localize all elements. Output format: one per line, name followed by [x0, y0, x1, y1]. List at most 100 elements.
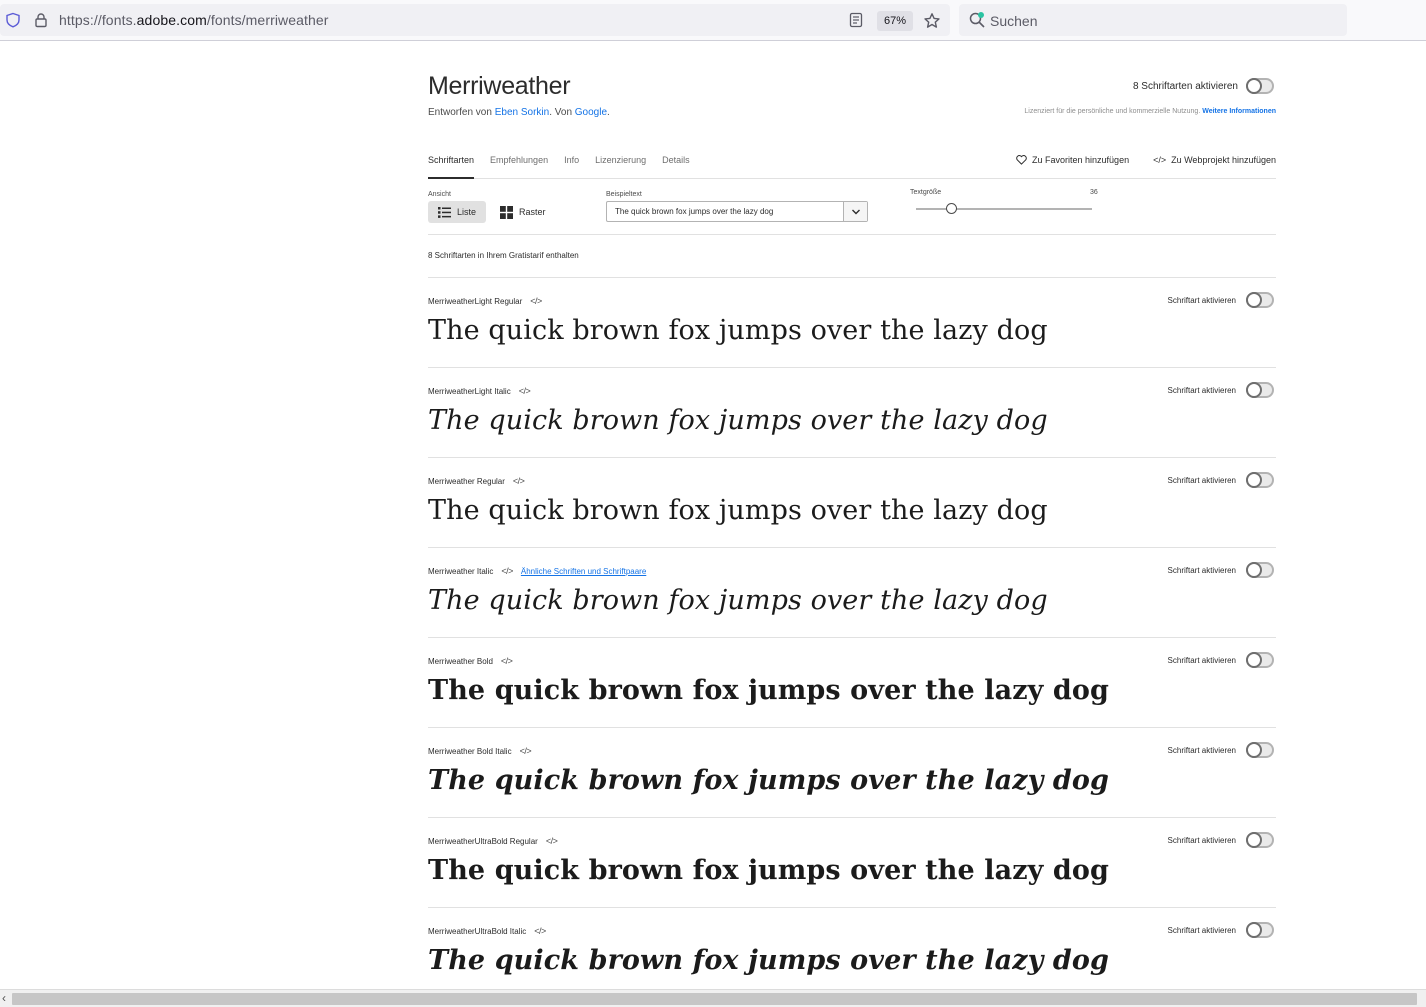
font-sample-text: The quick brown fox jumps over the lazy … [428, 945, 1109, 976]
font-style-header: MerriweatherLight Italic </> [428, 386, 531, 396]
activate-font-toggle[interactable] [1246, 742, 1274, 758]
browser-search-box[interactable]: Suchen [959, 4, 1347, 36]
grid-view-icon [500, 205, 513, 219]
tab-actions: Zu Favoriten hinzufügen </> Zu Webprojek… [1016, 155, 1276, 165]
font-sample-text: The quick brown fox jumps over the lazy … [428, 315, 1048, 346]
activate-font-toggle[interactable] [1246, 562, 1274, 578]
code-icon[interactable]: </> [546, 836, 558, 846]
scrollbar-thumb[interactable] [12, 993, 1417, 1005]
font-style-header: Merriweather Bold </> [428, 656, 513, 666]
code-icon: </> [1153, 155, 1167, 165]
activate-font-label: Schriftart aktivieren [1167, 925, 1236, 935]
zoom-level-badge[interactable]: 67% [877, 11, 913, 31]
font-style-name: MerriweatherUltraBold Regular [428, 836, 538, 846]
shield-icon[interactable] [5, 12, 21, 28]
activate-font-control[interactable]: Schriftart aktivieren [1168, 922, 1274, 938]
chevron-down-icon[interactable] [843, 202, 867, 221]
sample-text-dropdown[interactable]: The quick brown fox jumps over the lazy … [606, 201, 868, 222]
font-style-row: Merriweather Bold </> Schriftart aktiviere… [428, 638, 1276, 728]
activate-font-control[interactable]: Schriftart aktivieren [1168, 652, 1274, 668]
designer-line: Entworfen von Eben Sorkin. Von Google. [428, 107, 610, 118]
activate-font-toggle[interactable] [1246, 922, 1274, 938]
font-sample-text: The quick brown fox jumps over the lazy … [428, 855, 1109, 886]
code-icon[interactable]: </> [519, 386, 531, 396]
similar-fonts-link[interactable]: Ähnliche Schriften und Schriftpaare [521, 567, 646, 576]
text-size-label: Textgröße [910, 189, 942, 196]
code-icon[interactable]: </> [534, 926, 546, 936]
scroll-left-arrow-icon[interactable]: ‹ [2, 991, 6, 1005]
activate-font-control[interactable]: Schriftart aktivieren [1168, 292, 1274, 308]
activate-all-toggle[interactable] [1246, 78, 1274, 94]
view-label: Ansicht [428, 191, 451, 198]
tab-info[interactable]: Info [564, 153, 579, 179]
code-icon[interactable]: </> [501, 566, 513, 576]
tab-details[interactable]: Details [662, 153, 690, 179]
address-bar[interactable]: https://fonts.adobe.com/fonts/merriweath… [0, 4, 950, 36]
code-icon[interactable]: </> [520, 746, 532, 756]
font-style-row: MerriweatherLight Regular </> Schriftart a… [428, 278, 1276, 368]
font-style-header: MerriweatherUltraBold Regular </> [428, 836, 558, 846]
tab-empfehlungen[interactable]: Empfehlungen [490, 153, 548, 179]
reader-view-icon[interactable] [848, 12, 864, 28]
activate-font-toggle[interactable] [1246, 292, 1274, 308]
designer-link[interactable]: Eben Sorkin [495, 107, 549, 118]
code-icon[interactable]: </> [501, 656, 513, 666]
activate-font-label: Schriftart aktivieren [1167, 565, 1236, 575]
font-style-name: MerriweatherLight Italic [428, 386, 511, 396]
font-style-header: Merriweather Bold Italic </> [428, 746, 532, 756]
activate-font-control[interactable]: Schriftart aktivieren [1168, 562, 1274, 578]
grid-view-button[interactable]: Raster [490, 201, 556, 223]
search-placeholder: Suchen [990, 13, 1038, 29]
horizontal-scrollbar[interactable]: ‹ [0, 989, 1426, 1007]
bookmark-star-icon[interactable] [923, 12, 941, 30]
activate-font-label: Schriftart aktivieren [1167, 745, 1236, 755]
tab-lizenzierung[interactable]: Lizenzierung [595, 153, 646, 179]
page-title: Merriweather [428, 72, 571, 100]
text-size-slider-thumb[interactable] [945, 203, 957, 214]
font-style-row: MerriweatherUltraBold Regular </> Schrifta… [428, 818, 1276, 908]
font-sample-text: The quick brown fox jumps over the lazy … [428, 495, 1048, 526]
activate-font-label: Schriftart aktivieren [1167, 835, 1236, 845]
code-icon[interactable]: </> [513, 476, 525, 486]
activate-font-label: Schriftart aktivieren [1167, 475, 1236, 485]
font-style-row: Merriweather Bold Italic </> Schriftart ak… [428, 728, 1276, 818]
font-sample-text: The quick brown fox jumps over the lazy … [428, 405, 1048, 436]
activate-font-toggle[interactable] [1246, 472, 1274, 488]
add-to-favorites-button[interactable]: Zu Favoriten hinzufügen [1016, 155, 1129, 165]
lock-icon[interactable] [33, 12, 49, 28]
add-to-webproject-button[interactable]: </> Zu Webprojekt hinzufügen [1153, 155, 1276, 165]
font-style-header: Merriweather Italic </> Ähnliche Schriften… [428, 566, 646, 576]
font-style-header: Merriweather Regular </> [428, 476, 525, 486]
text-size-slider-track[interactable] [916, 208, 1092, 210]
activate-font-control[interactable]: Schriftart aktivieren [1168, 832, 1274, 848]
font-style-name: Merriweather Italic [428, 566, 494, 576]
tab-schriftarten[interactable]: Schriftarten [428, 153, 475, 179]
activate-all-control[interactable]: 8 Schriftarten aktivieren [1133, 78, 1274, 94]
activate-font-toggle[interactable] [1246, 652, 1274, 668]
font-style-header: MerriweatherUltraBold Italic </> [428, 926, 546, 936]
font-sample-text: The quick brown fox jumps over the lazy … [428, 765, 1109, 796]
font-style-row: Merriweather Italic </> Ähnliche Schriften… [428, 548, 1276, 638]
activate-font-control[interactable]: Schriftart aktivieren [1168, 742, 1274, 758]
activate-font-toggle[interactable] [1246, 382, 1274, 398]
license-info: Lizenziert für die persönliche und komme… [1024, 108, 1276, 115]
activate-font-label: Schriftart aktivieren [1167, 295, 1236, 305]
sample-text-value: The quick brown fox jumps over the lazy … [615, 207, 774, 216]
activate-font-control[interactable]: Schriftart aktivieren [1168, 472, 1274, 488]
view-controls: Ansicht Liste Raster Beispieltext The qu… [428, 189, 1276, 235]
font-style-header: MerriweatherLight Regular </> [428, 296, 542, 306]
foundry-link[interactable]: Google [575, 107, 607, 118]
font-style-name: MerriweatherUltraBold Italic [428, 926, 527, 936]
font-style-name: Merriweather Regular [428, 476, 505, 486]
license-more-link[interactable]: Weitere Informationen [1202, 108, 1276, 115]
activate-font-toggle[interactable] [1246, 832, 1274, 848]
text-size-value: 36 [1090, 189, 1098, 196]
font-style-name: MerriweatherLight Regular [428, 296, 523, 306]
browser-toolbar: https://fonts.adobe.com/fonts/merriweath… [0, 0, 1426, 41]
code-icon[interactable]: </> [530, 296, 542, 306]
font-style-row: MerriweatherLight Italic </> Schriftart ak… [428, 368, 1276, 458]
font-style-name: Merriweather Bold Italic [428, 746, 512, 756]
url-text[interactable]: https://fonts.adobe.com/fonts/merriweath… [59, 12, 329, 28]
list-view-button[interactable]: Liste [428, 201, 487, 223]
activate-font-control[interactable]: Schriftart aktivieren [1168, 382, 1274, 398]
